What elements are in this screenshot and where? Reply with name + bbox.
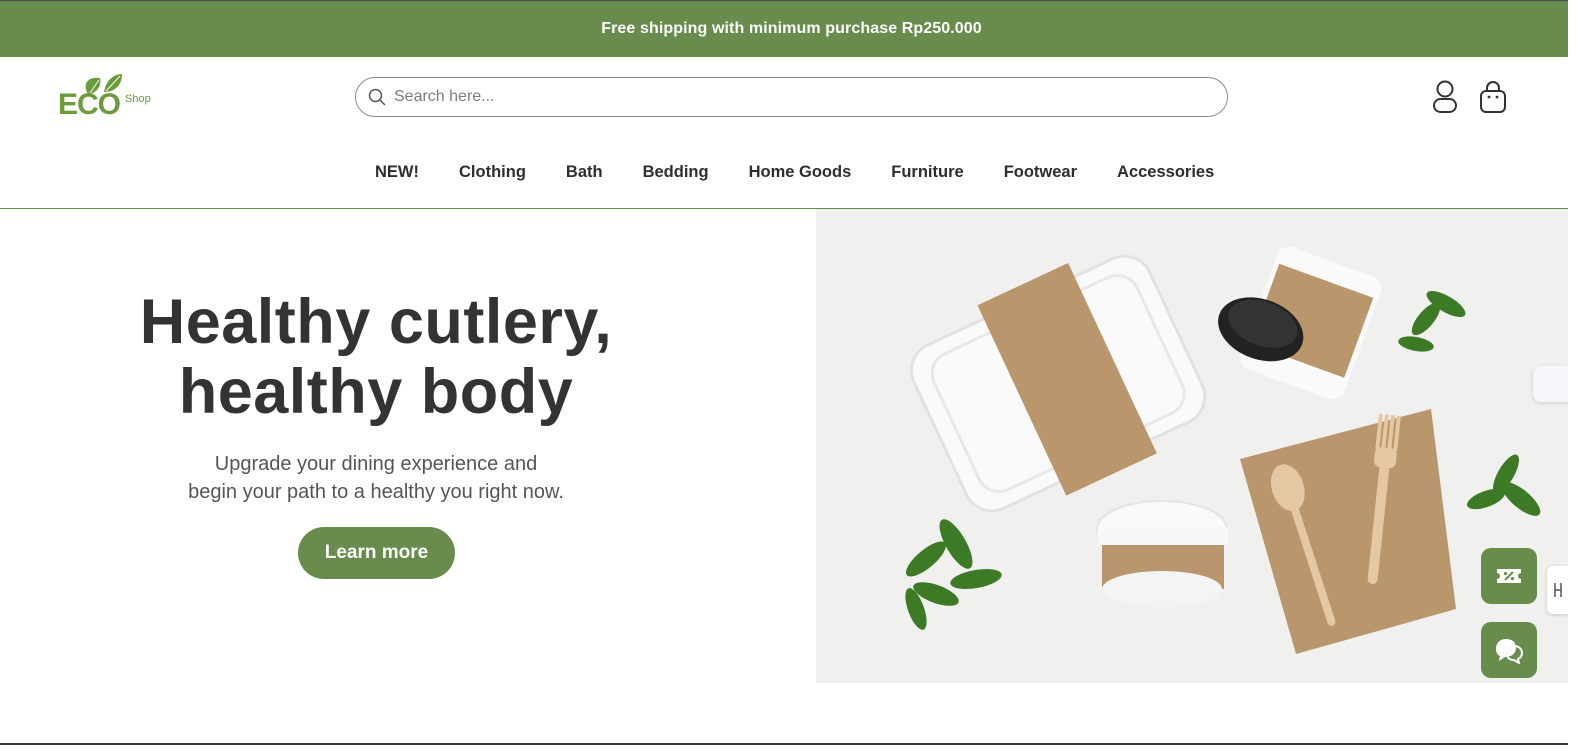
side-widget-tab[interactable] bbox=[1533, 366, 1568, 402]
search-input[interactable] bbox=[394, 88, 1214, 106]
hero-title-line2: healthy body bbox=[178, 357, 574, 427]
next-section-edge bbox=[0, 743, 1568, 752]
expand-icon bbox=[1553, 583, 1562, 597]
hero-image bbox=[816, 209, 1568, 683]
hero-title: Healthy cutlery, healthy body bbox=[60, 287, 692, 427]
page-scrollbar[interactable] bbox=[1568, 0, 1583, 752]
hero-title-line1: Healthy cutlery, bbox=[139, 287, 613, 357]
edge-panel-tab[interactable] bbox=[1547, 566, 1568, 614]
chat-icon bbox=[1496, 639, 1524, 664]
chat-button[interactable] bbox=[1481, 622, 1537, 678]
shopping-bag-icon[interactable] bbox=[1478, 80, 1508, 114]
user-icon[interactable] bbox=[1431, 80, 1459, 114]
nav-item-footwear[interactable]: Footwear bbox=[1004, 160, 1077, 184]
coupon-icon bbox=[1497, 569, 1521, 583]
announcement-text: Free shipping with minimum purchase Rp25… bbox=[601, 20, 982, 37]
nav-item-new[interactable]: NEW! bbox=[375, 160, 419, 184]
nav-item-accessories[interactable]: Accessories bbox=[1117, 160, 1214, 184]
logo[interactable]: ECO Shop bbox=[58, 72, 168, 126]
hero-subtitle-line2: begin your path to a healthy you right n… bbox=[188, 481, 564, 503]
logo-text: ECO bbox=[58, 88, 121, 121]
main-nav: NEW! Clothing Bath Bedding Home Goods Fu… bbox=[355, 160, 1234, 184]
nav-item-home-goods[interactable]: Home Goods bbox=[749, 160, 852, 184]
nav-item-bath[interactable]: Bath bbox=[566, 160, 603, 184]
search-bar[interactable] bbox=[355, 77, 1228, 117]
nav-item-furniture[interactable]: Furniture bbox=[891, 160, 963, 184]
coupon-button[interactable] bbox=[1481, 548, 1537, 604]
announcement-bar: Free shipping with minimum purchase Rp25… bbox=[0, 0, 1583, 57]
nav-item-bedding[interactable]: Bedding bbox=[643, 160, 709, 184]
learn-more-button[interactable]: Learn more bbox=[298, 527, 455, 579]
nav-item-clothing[interactable]: Clothing bbox=[459, 160, 526, 184]
hero-content: Healthy cutlery, healthy body Upgrade yo… bbox=[0, 209, 816, 683]
hero-subtitle: Upgrade your dining experience and begin… bbox=[126, 450, 626, 506]
hero-subtitle-line1: Upgrade your dining experience and bbox=[214, 453, 538, 475]
logo-subtext: Shop bbox=[125, 93, 151, 105]
tableware-illustration bbox=[816, 209, 1568, 683]
search-icon bbox=[368, 88, 386, 106]
